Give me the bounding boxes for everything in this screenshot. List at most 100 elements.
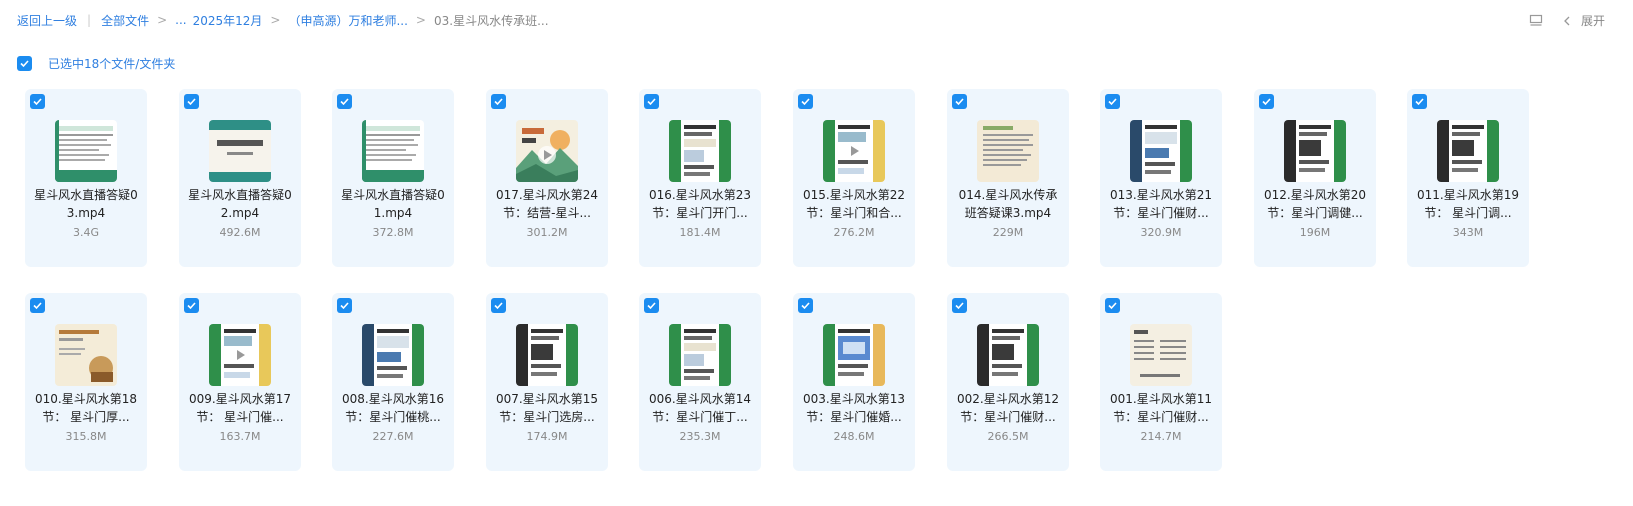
file-name[interactable]: 003.星斗风水第13 节：星斗门催婚... — [799, 390, 909, 426]
video-thumbnail[interactable] — [209, 120, 271, 182]
file-card[interactable]: 003.星斗风水第13 节：星斗门催婚... 248.6M — [793, 293, 915, 471]
file-checkbox[interactable] — [184, 94, 199, 109]
file-card[interactable]: 006.星斗风水第14 节：星斗门催丁... 235.3M — [639, 293, 761, 471]
file-name[interactable]: 007.星斗风水第15 节：星斗门选房... — [492, 390, 602, 426]
video-thumbnail[interactable] — [362, 324, 424, 386]
file-card[interactable]: 007.星斗风水第15 节：星斗门选房... 174.9M — [486, 293, 608, 471]
file-card[interactable]: 015.星斗风水第22 节：星斗门和合... 276.2M — [793, 89, 915, 267]
file-card[interactable]: 星斗风水直播答疑0 3.mp4 3.4G — [25, 89, 147, 267]
breadcrumb-folder[interactable]: （申高源）万和老师... — [288, 12, 407, 29]
file-card[interactable]: 012.星斗风水第20 节：星斗门调健... 196M — [1254, 89, 1376, 267]
file-card[interactable]: 013.星斗风水第21 节：星斗门催财... 320.9M — [1100, 89, 1222, 267]
back-link[interactable]: 返回上一级 — [17, 12, 77, 29]
file-name-line: 002.星斗风水第12 — [957, 392, 1059, 406]
file-card[interactable]: 001.星斗风水第11 节：星斗门催财... 214.7M — [1100, 293, 1222, 471]
file-card[interactable]: 010.星斗风水第18 节： 星斗门厚... 315.8M — [25, 293, 147, 471]
video-thumbnail[interactable] — [669, 120, 731, 182]
video-thumbnail[interactable] — [1437, 120, 1499, 182]
file-card[interactable]: 009.星斗风水第17 节： 星斗门催... 163.7M — [179, 293, 301, 471]
file-checkbox[interactable] — [952, 94, 967, 109]
file-checkbox[interactable] — [952, 298, 967, 313]
file-name[interactable]: 016.星斗风水第23 节：星斗门开门... — [645, 186, 755, 222]
file-name[interactable]: 002.星斗风水第12 节：星斗门催财... — [953, 390, 1063, 426]
video-thumbnail[interactable] — [55, 324, 117, 386]
video-thumbnail[interactable] — [1130, 120, 1192, 182]
file-name-line: 节：结营-星斗... — [503, 206, 591, 220]
file-size: 163.7M — [219, 430, 261, 443]
file-card[interactable]: 002.星斗风水第12 节：星斗门催财... 266.5M — [947, 293, 1069, 471]
file-name-line: 015.星斗风水第22 — [803, 188, 905, 202]
file-checkbox[interactable] — [1105, 298, 1120, 313]
chevron-left-icon[interactable] — [1561, 15, 1573, 27]
file-card[interactable]: 星斗风水直播答疑0 2.mp4 492.6M — [179, 89, 301, 267]
breadcrumb-current: 03.星斗风水传承班... — [433, 13, 549, 28]
file-checkbox[interactable] — [1412, 94, 1427, 109]
file-name[interactable]: 008.星斗风水第16 节：星斗门催桃... — [338, 390, 448, 426]
file-size: 229M — [992, 226, 1024, 239]
selection-bar: 已选中18个文件/文件夹 — [17, 55, 175, 71]
file-name[interactable]: 013.星斗风水第21 节：星斗门催财... — [1106, 186, 1216, 222]
file-checkbox[interactable] — [491, 298, 506, 313]
file-checkbox[interactable] — [491, 94, 506, 109]
select-all-checkbox[interactable] — [17, 55, 32, 71]
file-card[interactable]: 星斗风水直播答疑0 1.mp4 372.8M — [332, 89, 454, 267]
file-name-line: 节： 星斗门调... — [1424, 206, 1512, 220]
file-name[interactable]: 009.星斗风水第17 节： 星斗门催... — [185, 390, 295, 426]
list-view-icon[interactable] — [1529, 14, 1543, 28]
file-checkbox[interactable] — [798, 298, 813, 313]
file-checkbox[interactable] — [1259, 94, 1274, 109]
file-checkbox[interactable] — [644, 94, 659, 109]
breadcrumb-2025-12[interactable]: 2025年12月 — [193, 12, 263, 29]
video-thumbnail[interactable] — [823, 324, 885, 386]
file-size: 227.6M — [372, 430, 414, 443]
video-thumbnail[interactable] — [516, 120, 578, 182]
video-thumbnail[interactable] — [209, 324, 271, 386]
divider: | — [87, 13, 92, 27]
file-size: 181.4M — [679, 226, 721, 239]
video-thumbnail[interactable] — [977, 120, 1039, 182]
video-thumbnail[interactable] — [55, 120, 117, 182]
file-checkbox[interactable] — [644, 298, 659, 313]
video-thumbnail[interactable] — [669, 324, 731, 386]
file-name[interactable]: 星斗风水直播答疑0 2.mp4 — [185, 186, 295, 222]
file-size: 343M — [1452, 226, 1484, 239]
file-name[interactable]: 017.星斗风水第24 节：结营-星斗... — [492, 186, 602, 222]
file-name[interactable]: 星斗风水直播答疑0 3.mp4 — [31, 186, 141, 222]
file-checkbox[interactable] — [1105, 94, 1120, 109]
file-card[interactable]: 017.星斗风水第24 节：结营-星斗... 301.2M — [486, 89, 608, 267]
file-name[interactable]: 006.星斗风水第14 节：星斗门催丁... — [645, 390, 755, 426]
breadcrumb-all-files[interactable]: 全部文件 — [101, 12, 149, 29]
file-size: 214.7M — [1140, 430, 1182, 443]
file-name[interactable]: 014.星斗风水传承 班答疑课3.mp4 — [953, 186, 1063, 222]
file-card[interactable]: 016.星斗风水第23 节：星斗门开门... 181.4M — [639, 89, 761, 267]
file-card[interactable]: 011.星斗风水第19 节： 星斗门调... 343M — [1407, 89, 1529, 267]
file-name[interactable]: 015.星斗风水第22 节：星斗门和合... — [799, 186, 909, 222]
video-thumbnail[interactable] — [977, 324, 1039, 386]
file-name[interactable]: 星斗风水直播答疑0 1.mp4 — [338, 186, 448, 222]
video-thumbnail[interactable] — [1284, 120, 1346, 182]
expand-button[interactable]: 展开 — [1581, 12, 1605, 29]
file-name[interactable]: 011.星斗风水第19 节： 星斗门调... — [1413, 186, 1523, 222]
file-size: 196M — [1299, 226, 1331, 239]
file-card[interactable]: 008.星斗风水第16 节：星斗门催桃... 227.6M — [332, 293, 454, 471]
file-name[interactable]: 012.星斗风水第20 节：星斗门调健... — [1260, 186, 1370, 222]
file-checkbox[interactable] — [184, 298, 199, 313]
view-controls: 展开 — [1529, 12, 1605, 29]
file-name-line: 节：星斗门催桃... — [345, 410, 441, 424]
video-thumbnail[interactable] — [362, 120, 424, 182]
file-checkbox[interactable] — [30, 94, 45, 109]
file-name[interactable]: 010.星斗风水第18 节： 星斗门厚... — [31, 390, 141, 426]
video-thumbnail[interactable] — [1130, 324, 1192, 386]
file-checkbox[interactable] — [30, 298, 45, 313]
file-card[interactable]: 014.星斗风水传承 班答疑课3.mp4 229M — [947, 89, 1069, 267]
file-name[interactable]: 001.星斗风水第11 节：星斗门催财... — [1106, 390, 1216, 426]
chevron-right-icon: > — [415, 13, 426, 27]
file-checkbox[interactable] — [798, 94, 813, 109]
file-name-line: 001.星斗风水第11 — [1110, 392, 1212, 406]
file-checkbox[interactable] — [337, 94, 352, 109]
video-thumbnail[interactable] — [516, 324, 578, 386]
video-thumbnail[interactable] — [823, 120, 885, 182]
file-checkbox[interactable] — [337, 298, 352, 313]
breadcrumb-ellipsis[interactable]: ... — [175, 13, 186, 27]
file-name-line: 1.mp4 — [373, 206, 413, 220]
